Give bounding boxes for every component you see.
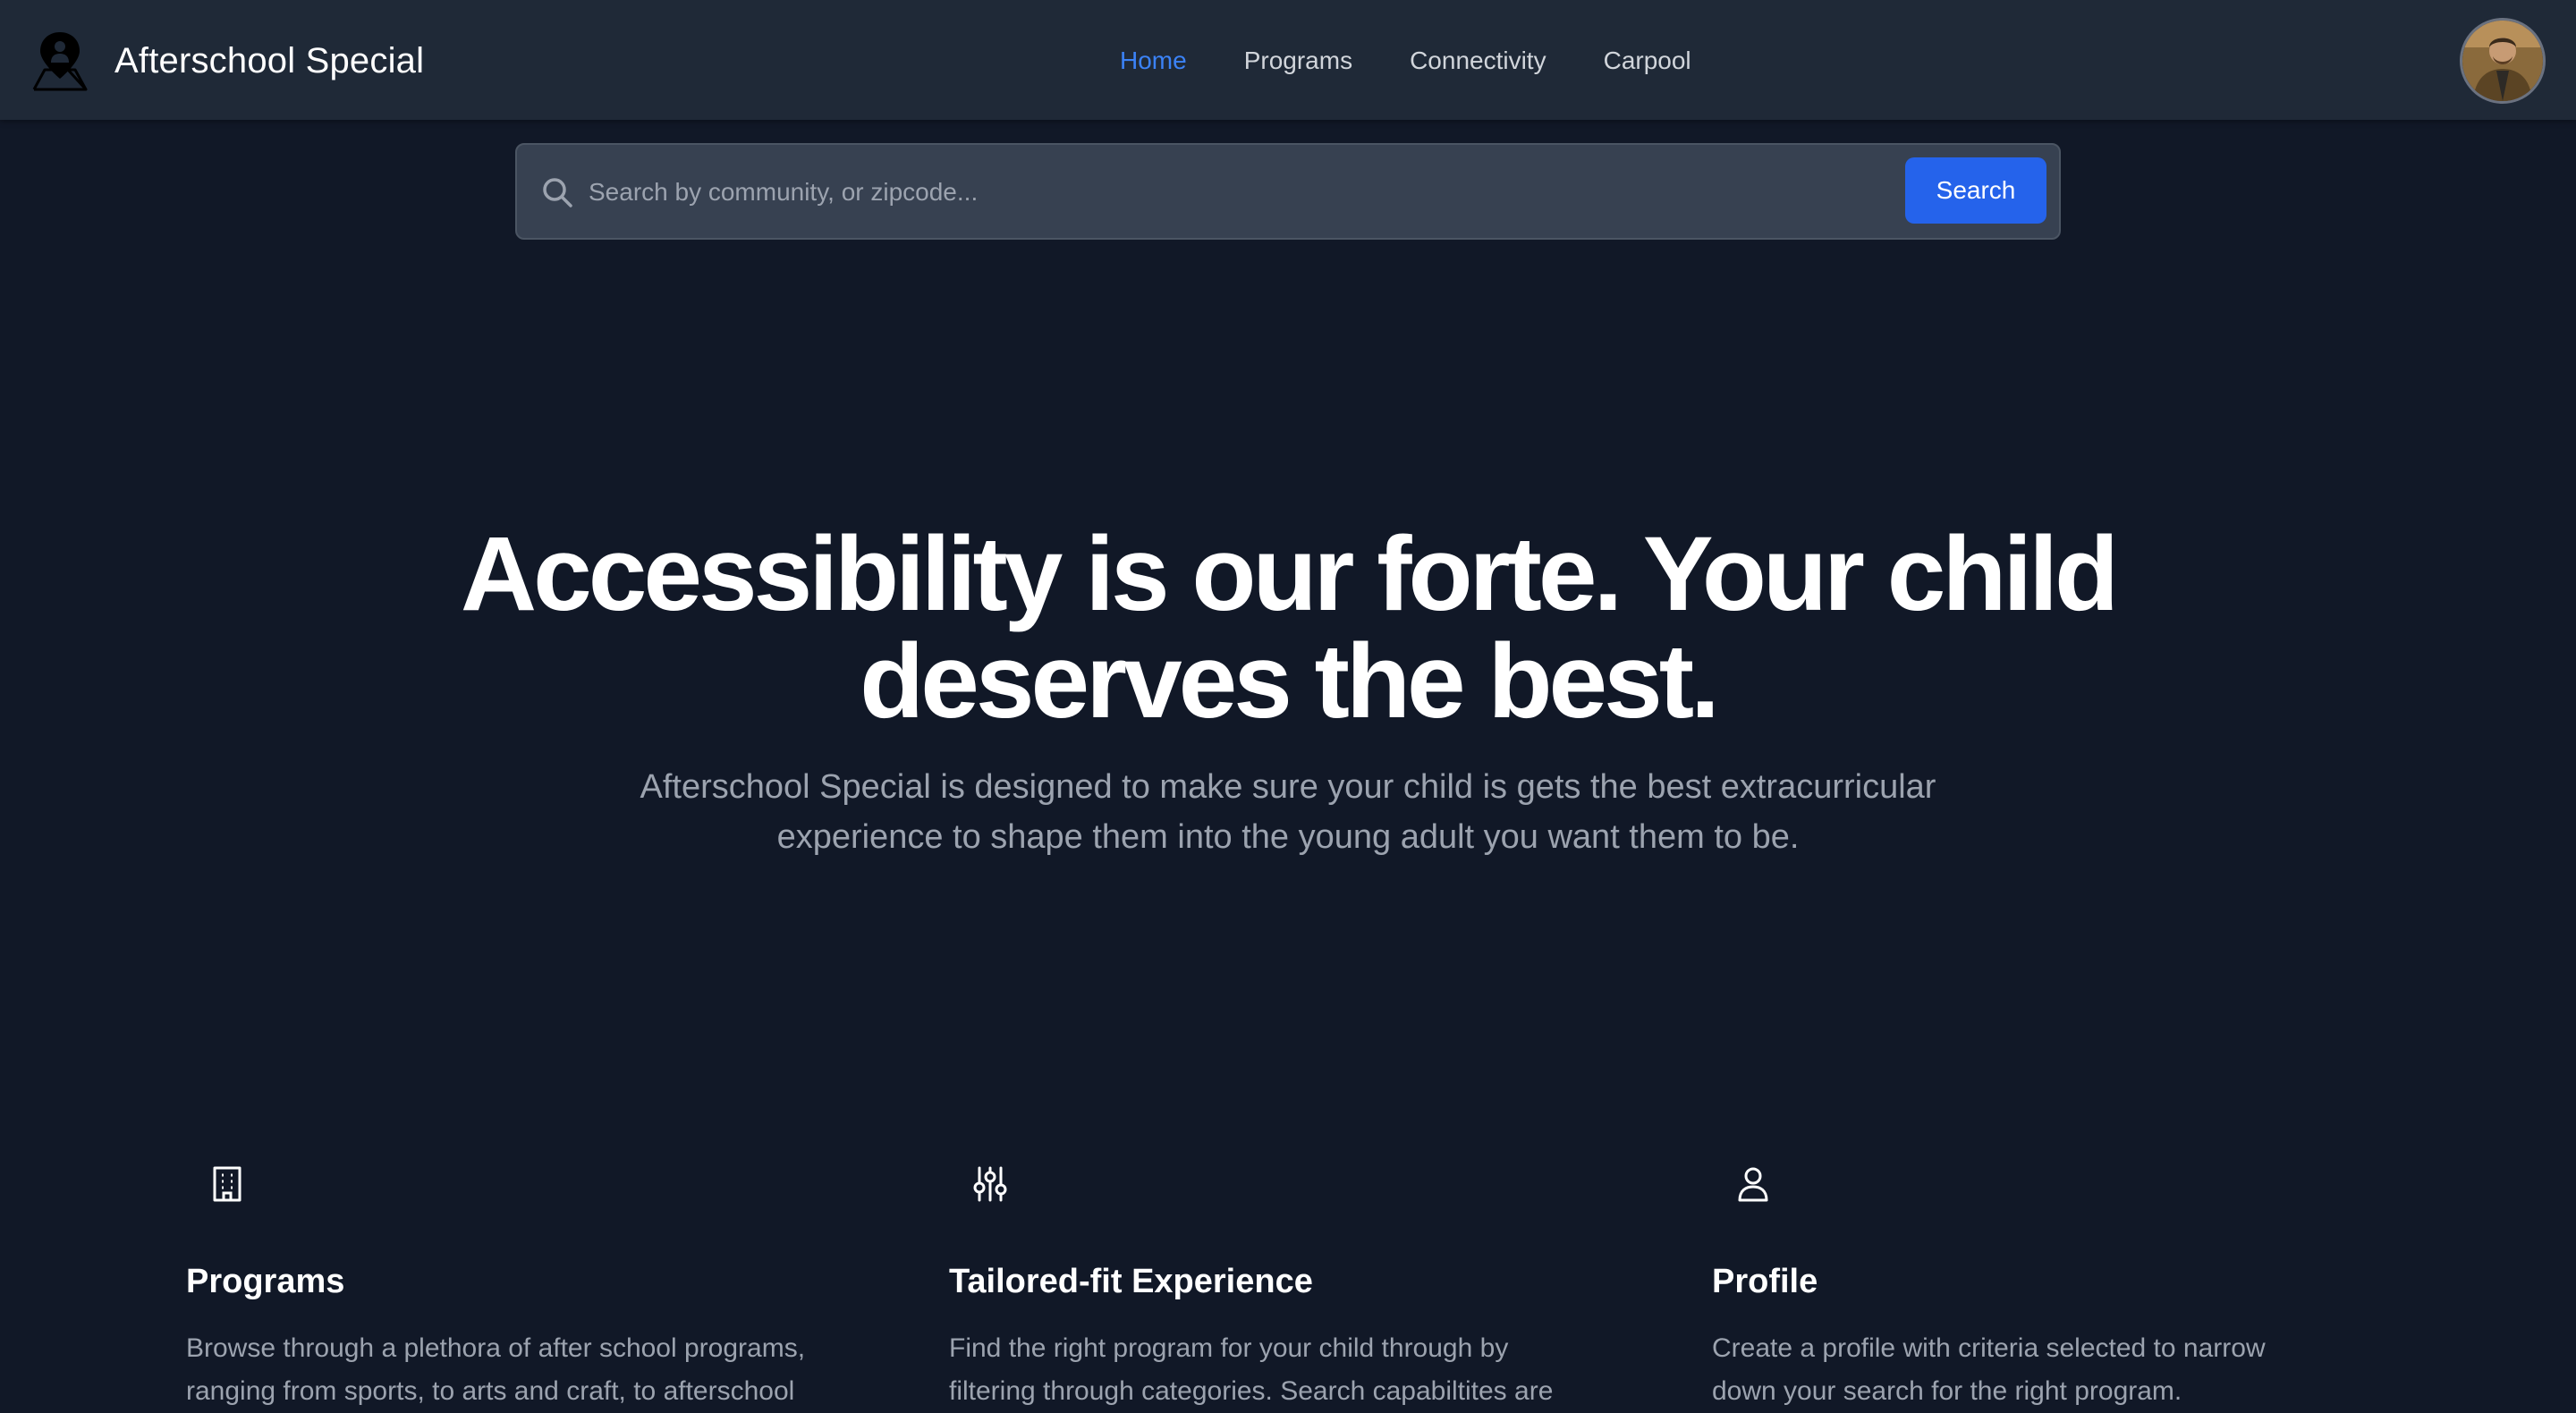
feature-description: Create a profile with criteria selected … — [1712, 1327, 2419, 1413]
feature-text-line: filtering through categories. Search cap… — [949, 1376, 1554, 1406]
search-icon — [543, 178, 572, 207]
sliders-icon — [973, 1166, 1007, 1202]
nav-carpool-link[interactable]: Carpool — [1604, 41, 1691, 80]
feature-title: Programs — [186, 1263, 345, 1300]
hero-subtitle-line-2: experience to shape them into the young … — [776, 818, 1800, 856]
nav-home-link[interactable]: Home — [1120, 41, 1187, 80]
top-navbar: Afterschool Special Home Programs Connec… — [0, 0, 2576, 120]
feature-text-line: down your search for the right program. — [1712, 1376, 2182, 1406]
hero-subtitle: Afterschool Special is designed to make … — [572, 762, 2004, 862]
feature-description: Browse through a plethora of after schoo… — [186, 1327, 893, 1413]
feature-description: Find the right program for your child th… — [949, 1327, 1656, 1413]
map-pin-person-icon — [32, 32, 88, 91]
hero-subtitle-line-1: Afterschool Special is designed to make … — [640, 768, 1936, 806]
search-input[interactable] — [589, 165, 1510, 220]
feature-text-line: ranging from sports, to arts and craft, … — [186, 1376, 795, 1406]
feature-title: Profile — [1712, 1263, 1818, 1300]
hero-title-line-1: Accessibility is our forte. Your child — [460, 515, 2119, 633]
hero-title: Accessibility is our forte. Your child d… — [268, 520, 2308, 735]
feature-text-line: Find the right program for your child th… — [949, 1333, 1509, 1363]
feature-text-line: Create a profile with criteria selected … — [1712, 1333, 2266, 1363]
brand-name: Afterschool Special — [114, 40, 425, 80]
feature-text-line: Browse through a plethora of after schoo… — [186, 1333, 806, 1363]
building-icon — [213, 1166, 242, 1202]
search-bar: Search — [515, 143, 2061, 240]
brand[interactable]: Afterschool Special — [29, 29, 424, 93]
avatar-photo-icon — [2462, 21, 2543, 101]
main-nav: Home Programs Connectivity Carpool — [1120, 41, 1749, 80]
search-button[interactable]: Search — [1905, 157, 2046, 224]
hero-title-line-2: deserves the best. — [860, 622, 1720, 740]
user-icon — [1738, 1167, 1768, 1202]
nav-connectivity-link[interactable]: Connectivity — [1410, 41, 1546, 80]
feature-title: Tailored-fit Experience — [949, 1263, 1313, 1300]
user-avatar[interactable] — [2460, 18, 2546, 104]
nav-programs-link[interactable]: Programs — [1244, 41, 1352, 80]
